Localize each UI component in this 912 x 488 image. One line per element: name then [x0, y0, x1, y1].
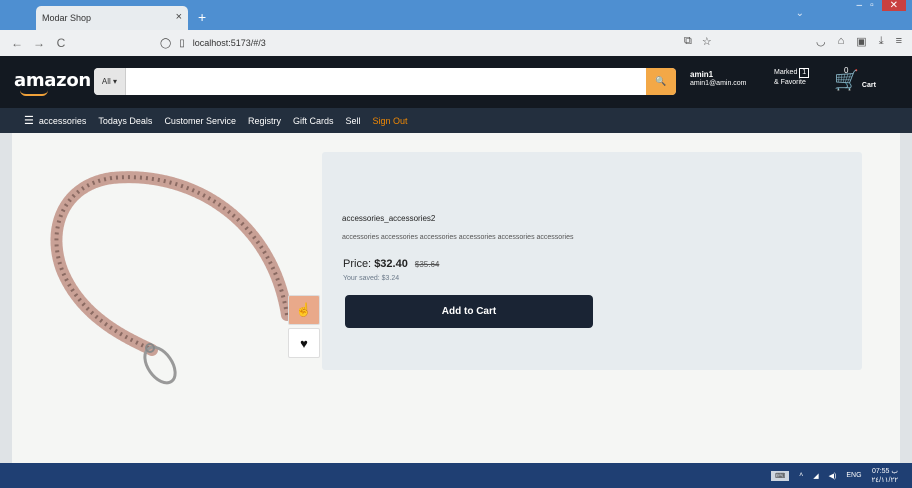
sub-nav: ☰ accessories Todays Deals Customer Serv…: [0, 108, 912, 133]
favorite-heart-icon[interactable]: ♥: [288, 328, 320, 358]
search-button[interactable]: 🔍: [646, 68, 676, 95]
address-bar[interactable]: ◯ ▯ localhost:5173/#/3: [160, 33, 720, 53]
tab-title: Modar Shop: [42, 13, 92, 23]
translate-ext-icon[interactable]: ▣: [856, 35, 866, 48]
download-icon[interactable]: ⤓: [879, 35, 884, 48]
current-price: $32.40: [374, 258, 408, 270]
browser-tab-bar: Modar Shop × + ⌄ – ▫ ✕: [0, 0, 912, 30]
subnav-item-gift-cards[interactable]: Gift Cards: [293, 116, 334, 126]
product-image: [50, 171, 292, 385]
toolbar-icons: ◡ ⌂ ▣ ⤓ ≡: [816, 35, 902, 48]
price-line: Price: $32.40 $35.64: [343, 258, 439, 270]
old-price: $35.64: [414, 260, 440, 269]
price-label: Price:: [343, 258, 372, 270]
address-bar-actions: ⧉ ☆: [684, 35, 712, 48]
product-name: accessories_accessories2: [342, 214, 436, 223]
menu-icon[interactable]: ≡: [896, 35, 902, 48]
reload-icon[interactable]: C: [50, 36, 72, 50]
tray-arrow-icon[interactable]: ˄: [799, 472, 803, 479]
language-indicator[interactable]: ENG: [846, 472, 861, 479]
cart-label: Cart: [861, 82, 876, 89]
user-email: amin1@amin.com: [690, 80, 747, 87]
product-description: accessories accessories accessories acce…: [342, 234, 574, 241]
extension-icon[interactable]: ⌂: [838, 35, 845, 48]
volume-icon[interactable]: ◀): [829, 472, 837, 480]
amazon-logo[interactable]: amazon: [14, 70, 91, 91]
tab-list-chevron-icon[interactable]: ⌄: [796, 8, 804, 19]
add-to-cart-button[interactable]: Add to Cart: [345, 295, 593, 328]
maximize-icon[interactable]: ▫: [870, 0, 874, 11]
marked-favorites[interactable]: Marked 1 & Favorite: [774, 68, 810, 88]
search-icon: 🔍: [655, 76, 667, 86]
cart-icon: 🛒 0: [834, 66, 859, 92]
search-input[interactable]: [126, 68, 646, 95]
os-taskbar: ⌨ ˄ ◢ ◀) ENG 07:55 ب ٢٤/١١/٢٢: [0, 463, 912, 488]
subnav-item-sell[interactable]: Sell: [346, 116, 361, 126]
window-controls: – ▫ ✕: [857, 0, 906, 11]
translate-icon[interactable]: ⧉: [684, 35, 692, 48]
subnav-item-registry[interactable]: Registry: [248, 116, 281, 126]
subnav-item-customer-service[interactable]: Customer Service: [164, 116, 236, 126]
close-window-icon[interactable]: ✕: [881, 0, 906, 11]
url-text[interactable]: localhost:5173/#/3: [193, 38, 266, 48]
account-info[interactable]: amin1 amin1@amin.com: [690, 70, 747, 88]
marked-count: 1: [799, 68, 810, 78]
keyboard-icon[interactable]: ⌨: [771, 470, 790, 481]
clock-time: 07:55 ب: [871, 467, 898, 475]
subnav-item-todays-deals[interactable]: Todays Deals: [98, 116, 152, 126]
forward-icon[interactable]: →: [28, 36, 50, 50]
username: amin1: [690, 70, 714, 79]
screen: Modar Shop × + ⌄ – ▫ ✕ ← → C ◯ ▯ localho…: [0, 0, 912, 488]
cart-count: 0: [844, 66, 849, 75]
product-details-panel: accessories_accessories2 accessories acc…: [322, 152, 862, 370]
browser-nav-bar: ← → C ◯ ▯ localhost:5173/#/3 ⧉ ☆ ◡ ⌂ ▣ ⤓…: [0, 30, 912, 56]
browser-tab[interactable]: Modar Shop ×: [36, 6, 188, 30]
bookmark-star-icon[interactable]: ☆: [702, 35, 712, 48]
tab-close-icon[interactable]: ×: [176, 11, 182, 23]
shield-icon: ◯: [160, 37, 172, 49]
search-category-select[interactable]: All ▾: [94, 68, 126, 95]
subnav-item-accessories[interactable]: accessories: [39, 116, 87, 126]
saved-amount: Your saved: $3.24: [343, 275, 400, 282]
hamburger-menu-icon[interactable]: ☰: [24, 114, 34, 127]
hand-pointer-icon[interactable]: ☝: [288, 295, 320, 325]
sign-out-link[interactable]: Sign Out: [373, 116, 408, 126]
new-tab-button[interactable]: +: [198, 9, 206, 25]
page-icon: ▯: [179, 37, 185, 49]
clock[interactable]: 07:55 ب ٢٤/١١/٢٢: [872, 467, 898, 485]
product-page: ☝ ♥ accessories_accessories2 accessories…: [12, 133, 900, 463]
clock-date: ٢٤/١١/٢٢: [871, 476, 898, 484]
pocket-icon[interactable]: ◡: [816, 35, 826, 48]
favorite-label: & Favorite: [774, 79, 806, 86]
network-icon[interactable]: ◢: [813, 472, 818, 480]
site-header: amazon All ▾ 🔍 amin1 amin1@amin.com Mark…: [0, 56, 912, 108]
back-icon[interactable]: ←: [6, 36, 28, 50]
marked-label: Marked: [774, 69, 798, 76]
cart-button[interactable]: 🛒 0 Cart: [834, 66, 876, 93]
search-bar: All ▾ 🔍: [94, 68, 676, 95]
logo-smile: [20, 90, 48, 96]
minimize-icon[interactable]: –: [857, 0, 863, 11]
